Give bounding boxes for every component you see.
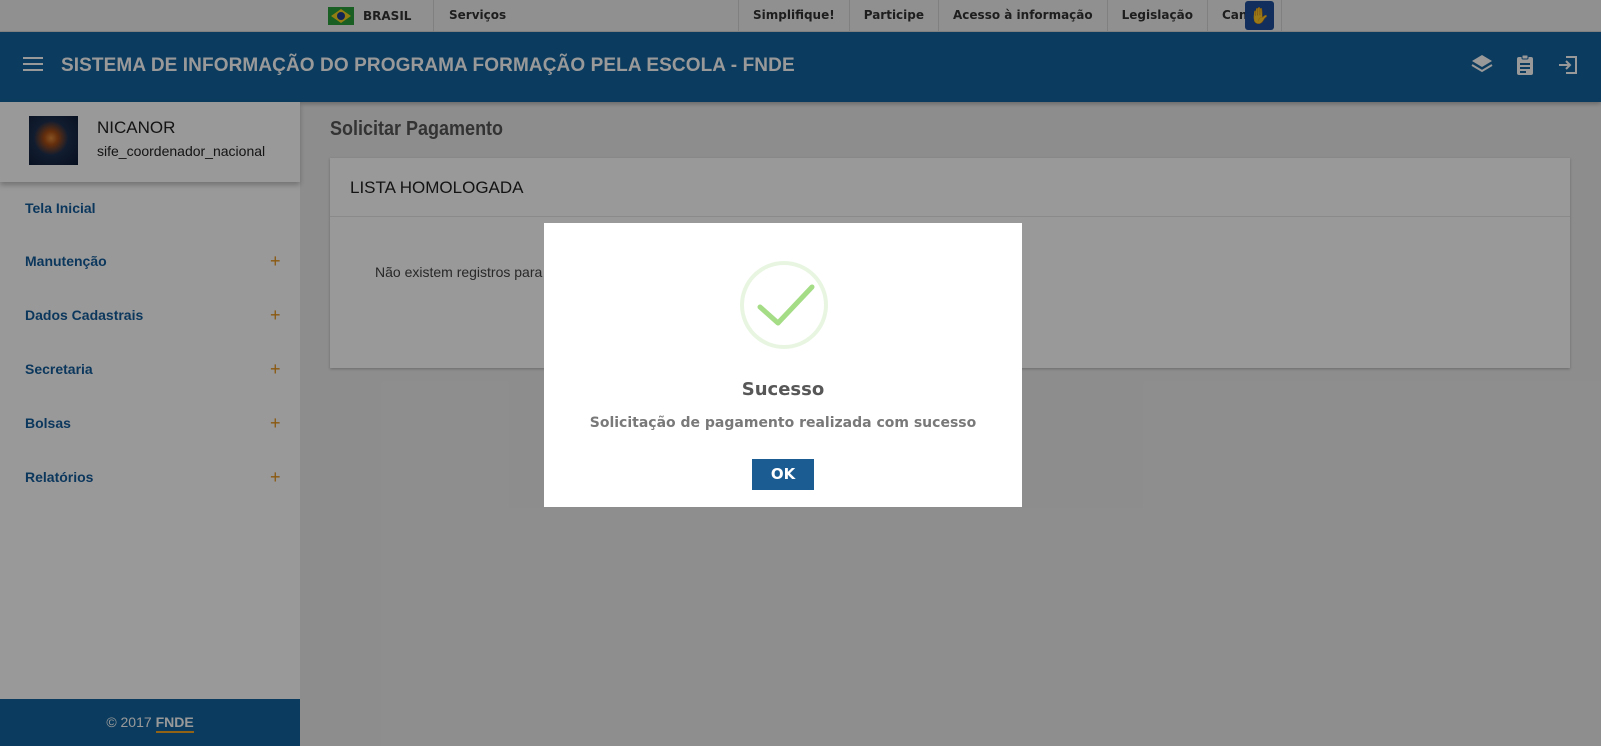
success-dialog: Sucesso Solicitação de pagamento realiza… — [544, 223, 1022, 507]
checkmark-icon — [757, 284, 815, 326]
dialog-message: Solicitação de pagamento realizada com s… — [589, 415, 977, 431]
dialog-title: Sucesso — [741, 379, 825, 400]
ok-button[interactable]: OK — [752, 459, 814, 490]
